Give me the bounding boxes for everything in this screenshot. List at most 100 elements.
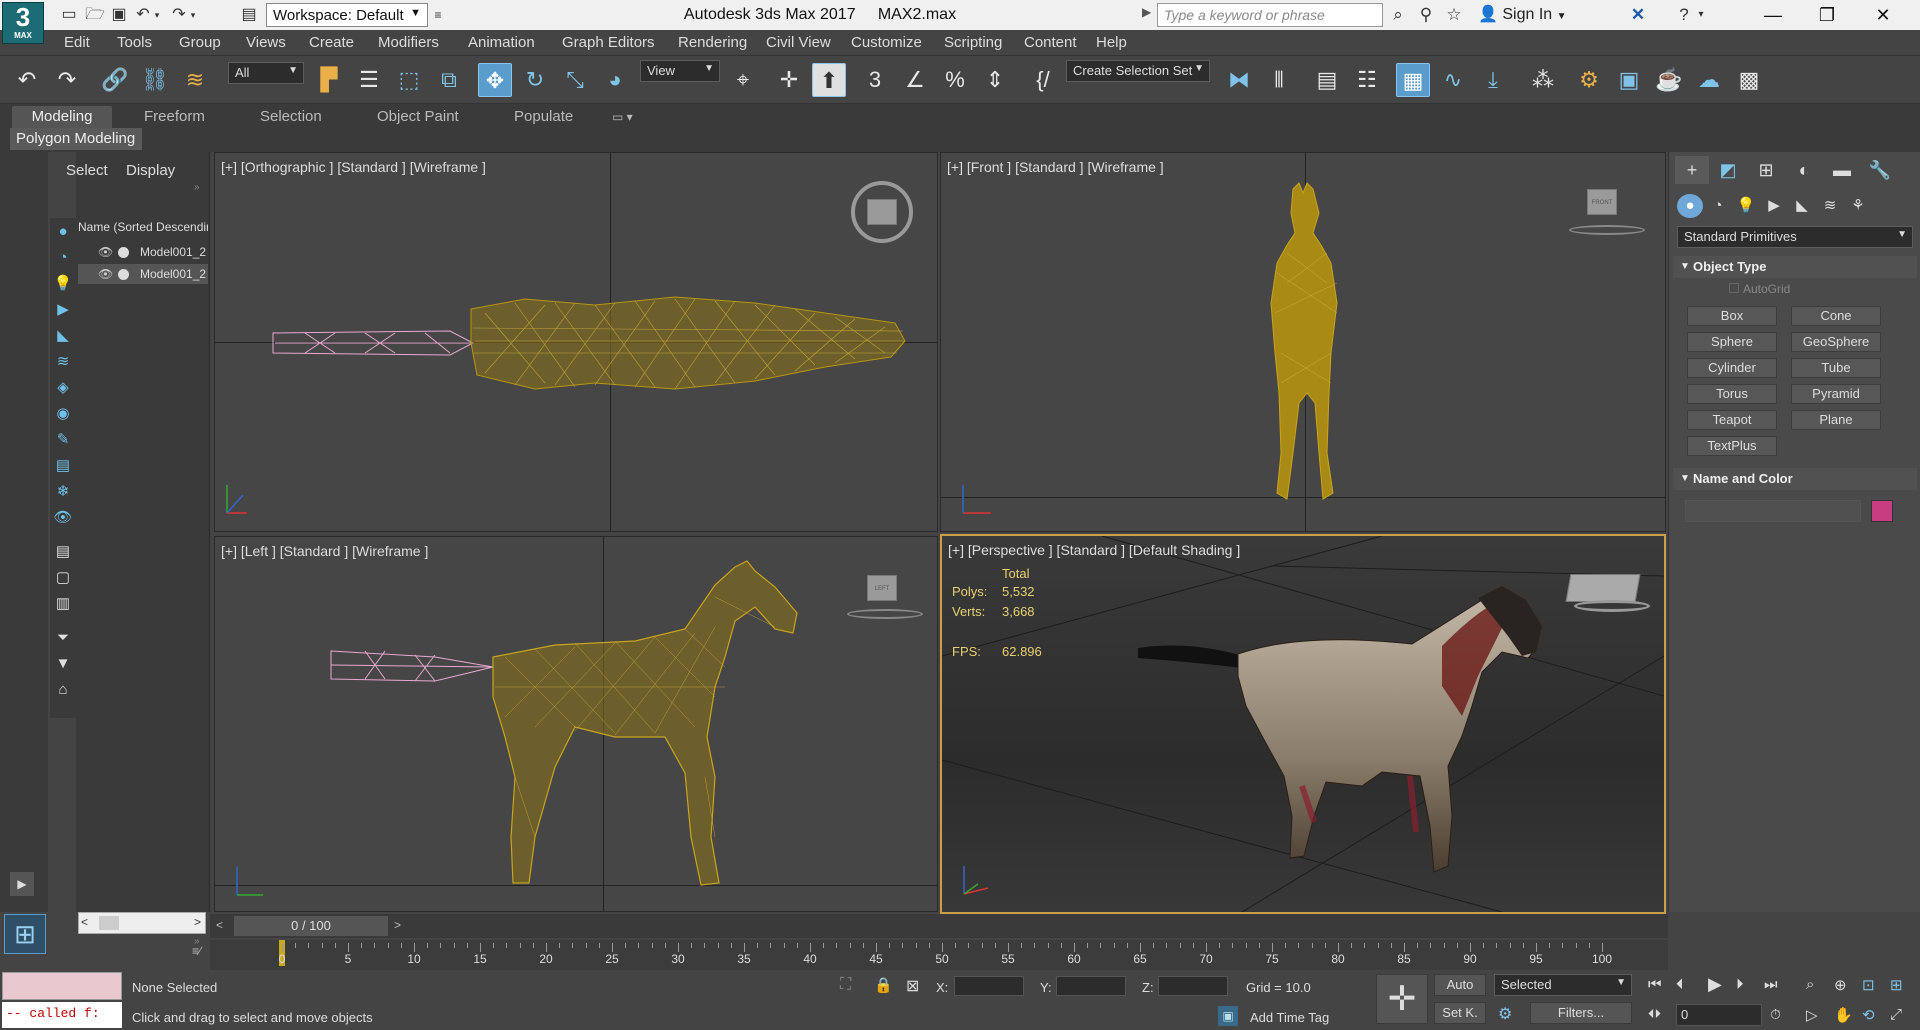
viewcube-icon[interactable] (1565, 574, 1641, 602)
time-slider-prev-icon[interactable]: < (216, 918, 223, 932)
pivot-center-icon[interactable]: ⌖ (726, 63, 760, 97)
create-plane-button[interactable]: Plane (1791, 410, 1881, 430)
open-file-icon[interactable]: 🗁 (84, 4, 106, 26)
scroll-right-icon[interactable]: > (194, 915, 201, 929)
go-to-end-icon[interactable]: ⏭ (1764, 976, 1778, 993)
search-input[interactable]: Type a keyword or phrase (1157, 3, 1383, 27)
viewport-label[interactable]: [+] [Perspective ] [Standard ] [Default … (948, 542, 1240, 558)
track-bar[interactable]: ≡∕ 0 5 10 15 20 25 30 35 40 45 50 55 60 65 70 75 80 85 90 9… (192, 940, 1668, 970)
filter-lights-icon[interactable]: 💡 (53, 274, 73, 294)
ribbon-tab-populate[interactable]: Populate (514, 106, 573, 128)
menu-animation[interactable]: Animation (468, 33, 535, 53)
viewcube-icon[interactable]: LEFT (867, 575, 897, 601)
toggle-ribbon-icon[interactable]: ▦ (1396, 63, 1430, 97)
select-by-name-icon[interactable]: ☰ (352, 63, 386, 97)
filter-selected-icon[interactable]: ▼ (53, 654, 73, 674)
ribbon-tab-object-paint[interactable]: Object Paint (377, 106, 459, 128)
select-and-move-icon[interactable]: ✥ (478, 63, 512, 97)
key-filters-button[interactable]: Filters... (1530, 1002, 1632, 1024)
display-children-icon[interactable]: ⌂ (53, 680, 73, 700)
create-teapot-button[interactable]: Teapot (1687, 410, 1777, 430)
lights-category-icon[interactable]: 💡 (1733, 194, 1759, 218)
redo-dropdown-icon[interactable]: ▾ (186, 4, 200, 26)
select-manipulate-icon[interactable]: ✛ (772, 63, 806, 97)
explorer-horizontal-scrollbar[interactable]: < > (78, 912, 206, 934)
filter-helpers-icon[interactable]: ◣ (53, 326, 73, 346)
unlink-selection-icon[interactable]: ⛓ (138, 63, 172, 97)
filter-shapes-icon[interactable]: ◔ (53, 248, 73, 268)
key-mode-toggle-icon[interactable]: ⏴⏵ (1648, 1006, 1661, 1022)
x-coordinate-input[interactable] (954, 976, 1024, 996)
menu-modifiers[interactable]: Modifiers (378, 33, 439, 53)
snaps-toggle-icon[interactable]: 3 (858, 63, 892, 97)
toggle-scene-explorer-icon[interactable]: ▤ (1310, 63, 1344, 97)
hierarchy-tab-icon[interactable]: ⊞ (1749, 156, 1783, 184)
motion-tab-icon[interactable]: ◐ (1787, 156, 1821, 184)
cameras-category-icon[interactable]: ▶ (1761, 194, 1787, 218)
menu-tools[interactable]: Tools (117, 33, 152, 53)
render-setup-icon[interactable]: ⚙ (1572, 63, 1606, 97)
select-and-link-icon[interactable]: 🔗 (98, 63, 132, 97)
z-coordinate-input[interactable] (1158, 976, 1228, 996)
primitive-type-select[interactable]: Standard Primitives ▼ (1677, 226, 1913, 248)
bind-to-space-warp-icon[interactable]: ≋ (178, 63, 212, 97)
menu-civil-view[interactable]: Civil View (766, 33, 831, 53)
viewport-layout-icon[interactable]: ⊞ (4, 914, 46, 954)
zoom-extents-all-icon[interactable]: ⊞ (1890, 976, 1903, 994)
application-menu-logo[interactable]: 3 MAX (2, 2, 44, 44)
autogrid-checkbox[interactable]: AutoGrid (1729, 282, 1790, 296)
window-crossing-icon[interactable]: ⧉ (432, 63, 466, 97)
viewcube-ring[interactable] (847, 609, 923, 619)
zoom-all-icon[interactable]: ⊕ (1834, 976, 1847, 994)
helpers-category-icon[interactable]: ◣ (1789, 194, 1815, 218)
menu-help[interactable]: Help (1096, 33, 1127, 53)
ribbon-tab-selection[interactable]: Selection (260, 106, 322, 128)
key-filter-select[interactable]: Selected ▼ (1494, 974, 1632, 996)
zoom-icon[interactable]: ⌕ (1806, 976, 1814, 993)
save-file-icon[interactable]: ▣ (108, 4, 130, 26)
create-cone-button[interactable]: Cone (1791, 306, 1881, 326)
explorer-collapse-icon[interactable]: » (194, 182, 200, 193)
space-warps-category-icon[interactable]: ≋ (1817, 194, 1843, 218)
shapes-category-icon[interactable]: ◔ (1705, 194, 1731, 218)
display-all-icon[interactable]: ▤ (53, 542, 73, 562)
help-icon[interactable]: ? (1672, 4, 1696, 26)
create-torus-button[interactable]: Torus (1687, 384, 1777, 404)
close-button[interactable]: ✕ (1856, 0, 1910, 30)
keyboard-shortcut-override-icon[interactable]: ⬆ (812, 63, 846, 97)
spinner-snap-icon[interactable]: ⇕ (978, 63, 1012, 97)
time-tag-icon[interactable]: ▣ (1218, 1006, 1238, 1026)
object-name-input[interactable] (1685, 500, 1861, 522)
create-textplus-button[interactable]: TextPlus (1687, 436, 1777, 456)
filter-funnel-icon[interactable]: ⏷ (53, 628, 73, 648)
eye-icon[interactable]: 👁 (98, 264, 113, 284)
zoom-extents-icon[interactable]: ⊡ (1862, 976, 1875, 994)
menu-scripting[interactable]: Scripting (944, 33, 1002, 53)
horse-wireframe-left[interactable] (215, 537, 938, 912)
viewport-label[interactable]: [+] [Front ] [Standard ] [Wireframe ] (947, 159, 1164, 175)
add-time-tag[interactable]: Add Time Tag (1250, 1010, 1329, 1025)
pan-view-icon[interactable]: ✋ (1834, 1006, 1853, 1024)
scroll-left-icon[interactable]: < (81, 915, 88, 929)
menu-group[interactable]: Group (179, 33, 221, 53)
selection-filter-select[interactable]: All ▼ (228, 62, 304, 84)
schematic-view-icon[interactable]: ⤓ (1476, 63, 1510, 97)
systems-category-icon[interactable]: ⚘ (1845, 194, 1871, 218)
favorites-star-icon[interactable]: ☆ (1442, 4, 1466, 26)
viewcube-ring[interactable] (1569, 225, 1645, 235)
set-key-button[interactable]: Set K. (1434, 1002, 1486, 1024)
scroll-thumb[interactable] (99, 916, 119, 930)
viewport-perspective[interactable]: [+] [Perspective ] [Standard ] [Default … (940, 534, 1666, 914)
explorer-tab-select[interactable]: Select (66, 162, 108, 182)
sign-in-button[interactable]: 👤 Sign In ▼ (1478, 4, 1588, 26)
current-frame-input[interactable]: 0 (1676, 1004, 1762, 1026)
geometry-category-icon[interactable]: ● (1677, 194, 1703, 218)
reference-coordinate-select[interactable]: View ▼ (640, 60, 720, 82)
maxscript-output[interactable]: -- called f: (2, 1002, 122, 1028)
menu-rendering[interactable]: Rendering (678, 33, 747, 53)
display-tab-icon[interactable]: ▬ (1825, 156, 1859, 184)
material-editor-icon[interactable]: ⁂ (1526, 63, 1560, 97)
absolute-mode-icon[interactable]: ⊠ (906, 976, 919, 996)
set-key-big-icon[interactable]: ✛ (1376, 974, 1428, 1024)
percent-snap-icon[interactable]: % (938, 63, 972, 97)
